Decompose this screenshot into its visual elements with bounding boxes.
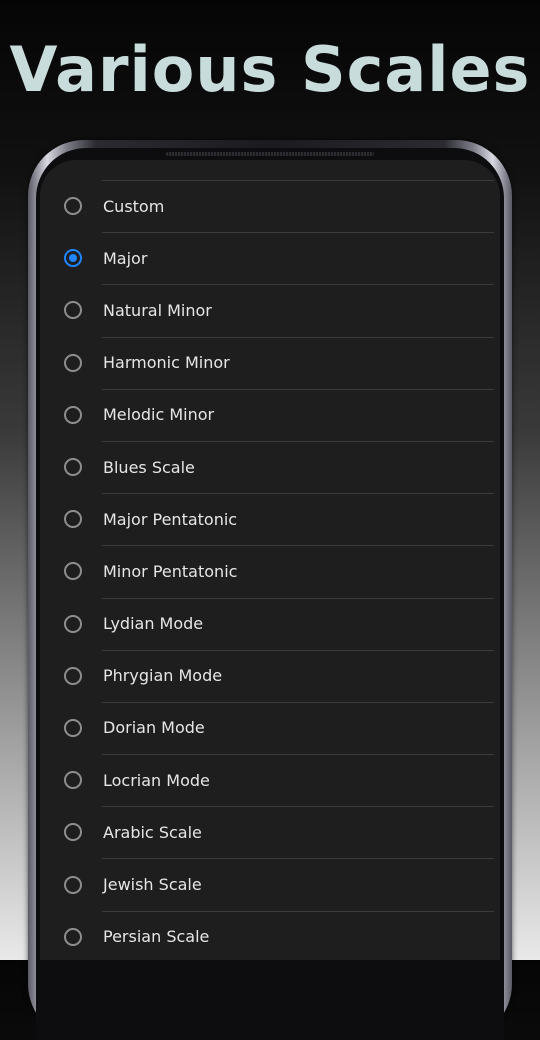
radio-button-icon[interactable] [64, 823, 82, 842]
speaker-grille [166, 152, 374, 156]
radio-button-icon[interactable] [64, 562, 82, 581]
scale-option-label: Blues Scale [103, 457, 195, 477]
scale-option-label: Natural Minor [103, 300, 212, 320]
scale-option-natural-minor[interactable]: Natural Minor [40, 284, 500, 336]
scale-option-custom[interactable]: Custom [40, 180, 500, 232]
radio-button-icon[interactable] [64, 614, 82, 633]
scale-option-major-pentatonic[interactable]: Major Pentatonic [40, 493, 500, 545]
radio-button-icon[interactable] [64, 301, 82, 320]
scale-option-label: Dorian Mode [103, 718, 205, 738]
scale-option-label: Persian Scale [103, 927, 210, 947]
scale-option-blues-scale[interactable]: Blues Scale [40, 440, 500, 493]
radio-button-icon[interactable] [64, 927, 82, 946]
scale-option-label: Locrian Mode [103, 770, 210, 790]
radio-button-selected-icon[interactable] [64, 249, 82, 268]
radio-button-icon[interactable] [64, 875, 82, 894]
scale-option-persian-scale[interactable]: Persian Scale [40, 910, 500, 960]
scale-option-locrian-mode[interactable]: Locrian Mode [40, 754, 500, 806]
scale-option-label: Major [103, 248, 148, 268]
scale-option-arabic-scale[interactable]: Arabic Scale [40, 806, 500, 858]
radio-button-icon[interactable] [64, 197, 82, 216]
radio-button-icon[interactable] [64, 666, 82, 685]
scale-option-minor-pentatonic[interactable]: Minor Pentatonic [40, 545, 500, 597]
scale-option-major[interactable]: Major [40, 232, 500, 284]
scale-option-label: Arabic Scale [103, 822, 202, 842]
scale-option-label: Phrygian Mode [103, 666, 223, 686]
scale-option-label: Major Pentatonic [103, 509, 238, 529]
radio-button-icon[interactable] [64, 718, 82, 737]
scale-option-label: Lydian Mode [103, 614, 204, 634]
radio-button-icon[interactable] [64, 405, 82, 424]
radio-button-icon[interactable] [64, 771, 82, 790]
scale-option-harmonic-minor[interactable]: Harmonic Minor [40, 336, 500, 389]
promo-title: Various Scales [9, 33, 531, 106]
phone-screen: Custom Major Natural Minor Harmonic Mino… [40, 160, 500, 960]
scale-option-lydian-mode[interactable]: Lydian Mode [40, 597, 500, 650]
scale-option-dorian-mode[interactable]: Dorian Mode [40, 701, 500, 754]
radio-button-icon[interactable] [64, 353, 82, 372]
scale-list: Custom Major Natural Minor Harmonic Mino… [40, 180, 500, 960]
radio-button-icon[interactable] [64, 510, 82, 529]
scale-option-label: Jewish Scale [103, 875, 202, 895]
scale-option-label: Custom [103, 196, 165, 216]
scale-option-label: Melodic Minor [103, 405, 215, 425]
radio-button-icon[interactable] [64, 458, 82, 477]
scale-option-phrygian-mode[interactable]: Phrygian Mode [40, 649, 500, 702]
scale-option-jewish-scale[interactable]: Jewish Scale [40, 858, 500, 910]
scale-option-melodic-minor[interactable]: Melodic Minor [40, 388, 500, 441]
scale-option-label: Harmonic Minor [103, 353, 230, 373]
scale-option-label: Minor Pentatonic [103, 561, 238, 581]
